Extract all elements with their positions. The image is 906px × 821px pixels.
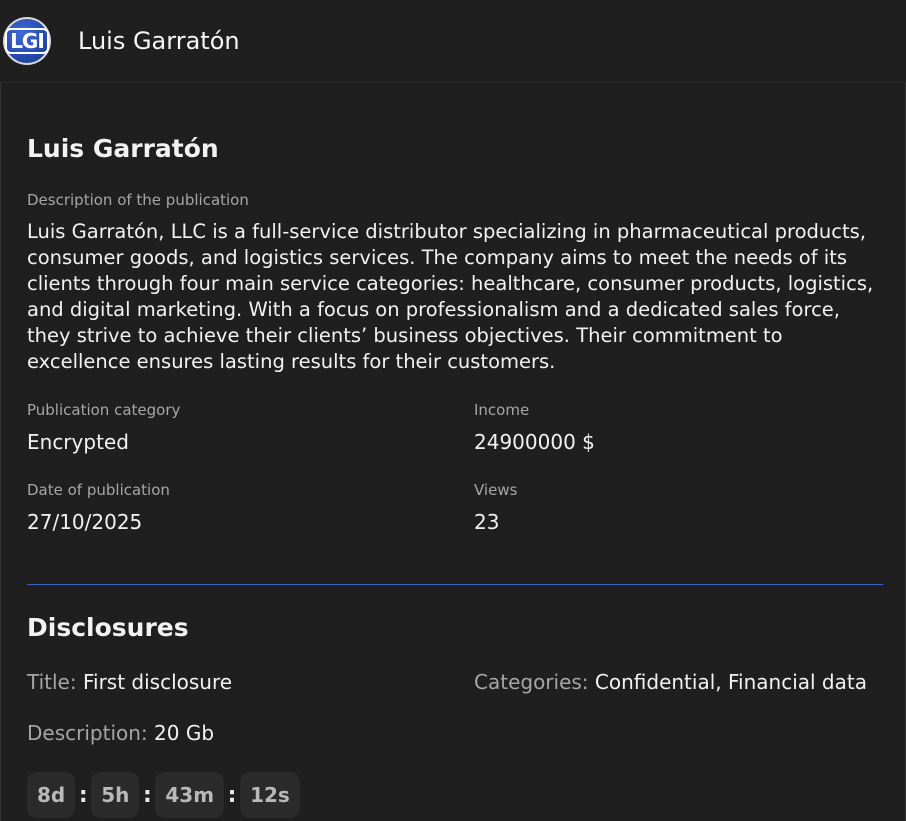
disclosure-categories: Categories: Confidential, Financial data — [474, 670, 867, 694]
disclosure-description: Description: 20 Gb — [27, 721, 214, 745]
disclosure-title-value: First disclosure — [82, 670, 233, 694]
countdown-minutes: 43m — [155, 772, 225, 818]
disclosure-description-key: Description: — [27, 721, 148, 745]
top-bar: LGI Luis Garratón — [0, 0, 906, 83]
date-label: Date of publication — [27, 481, 170, 499]
disclosure-description-value: 20 Gb — [154, 721, 215, 745]
disclosure-categories-key: Categories: — [474, 670, 589, 694]
income-value: 24900000 $ — [474, 430, 595, 454]
logo-text: LGI — [5, 28, 49, 54]
countdown-days: 8d — [27, 772, 76, 818]
disclosures-heading: Disclosures — [27, 613, 189, 642]
date-value: 27/10/2025 — [27, 510, 143, 534]
category-label: Publication category — [27, 401, 181, 419]
views-label: Views — [474, 481, 518, 499]
views-value: 23 — [474, 510, 500, 534]
header-title: Luis Garratón — [78, 27, 240, 55]
countdown-seconds: 12s — [240, 772, 300, 818]
countdown-separator: : — [78, 782, 88, 808]
description-label: Description of the publication — [27, 191, 249, 209]
disclosure-title-key: Title: — [27, 670, 77, 694]
countdown-separator: : — [142, 782, 152, 808]
countdown-hours: 5h — [91, 772, 140, 818]
countdown-timer: 8d : 5h : 43m : 12s — [27, 772, 300, 818]
countdown-separator: : — [227, 782, 237, 808]
company-logo[interactable]: LGI — [3, 17, 51, 65]
publication-title: Luis Garratón — [27, 134, 219, 163]
disclosure-categories-value: Confidential, Financial data — [594, 670, 867, 694]
disclosure-title: Title: First disclosure — [27, 670, 232, 694]
category-value: Encrypted — [27, 430, 129, 454]
section-divider — [27, 584, 883, 585]
publication-description: Luis Garratón, LLC is a full-service dis… — [27, 220, 874, 373]
income-label: Income — [474, 401, 530, 419]
